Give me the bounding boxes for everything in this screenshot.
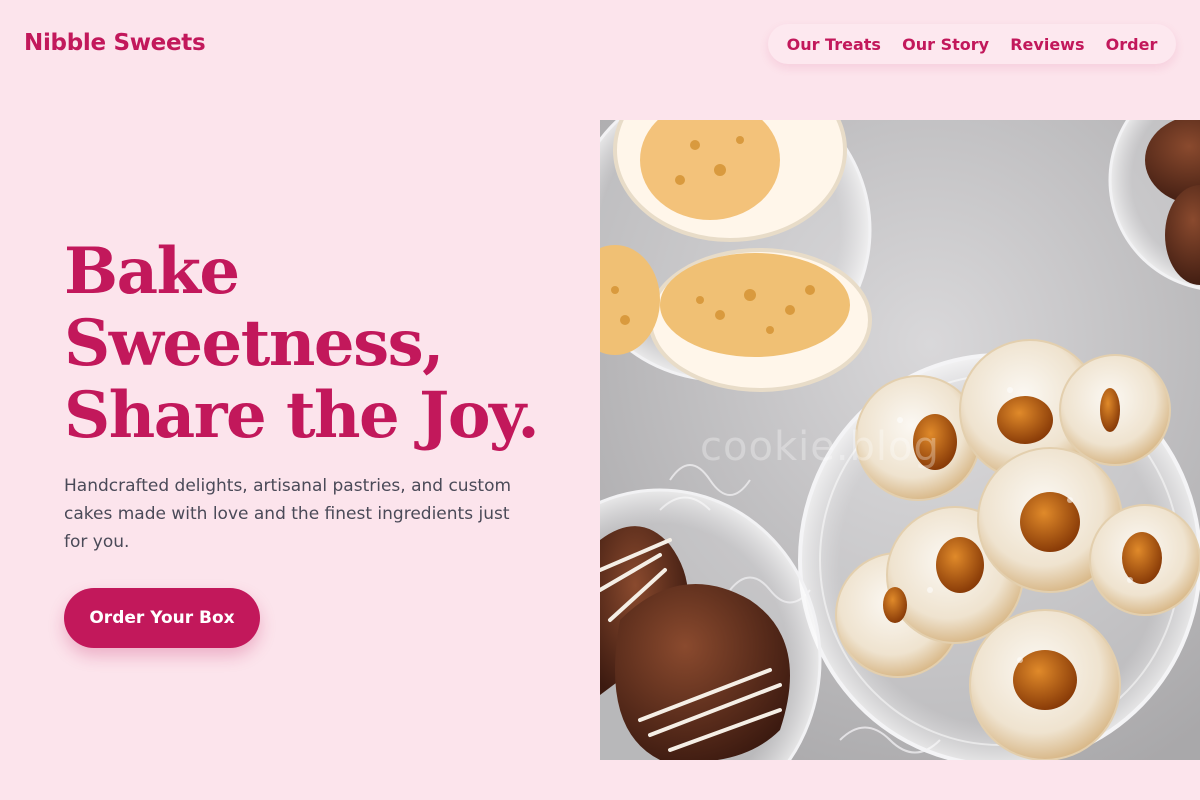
hero-title-line: Share the Joy. (64, 378, 540, 453)
hero-subtitle: Handcrafted delights, artisanal pastries… (64, 476, 512, 552)
hero-title-line: Bake (64, 234, 240, 309)
main-nav: Our Treats Our Story Reviews Order (768, 24, 1176, 64)
brand-logo[interactable]: Nibble Sweets (24, 30, 206, 56)
hero-image: cookie.blog (600, 120, 1200, 760)
image-watermark: cookie.blog (700, 424, 940, 470)
nav-item-our-treats[interactable]: Our Treats (787, 35, 881, 54)
nav-item-reviews[interactable]: Reviews (1010, 35, 1084, 54)
cookies-photo: cookie.blog (600, 120, 1200, 760)
nav-item-our-story[interactable]: Our Story (902, 35, 989, 54)
nav-item-order[interactable]: Order (1106, 35, 1158, 54)
hero-title-line: Sweetness, (64, 306, 444, 381)
order-your-box-button[interactable]: Order Your Box (64, 588, 260, 648)
hero-title: Bake Sweetness, Share the Joy. (64, 236, 544, 452)
